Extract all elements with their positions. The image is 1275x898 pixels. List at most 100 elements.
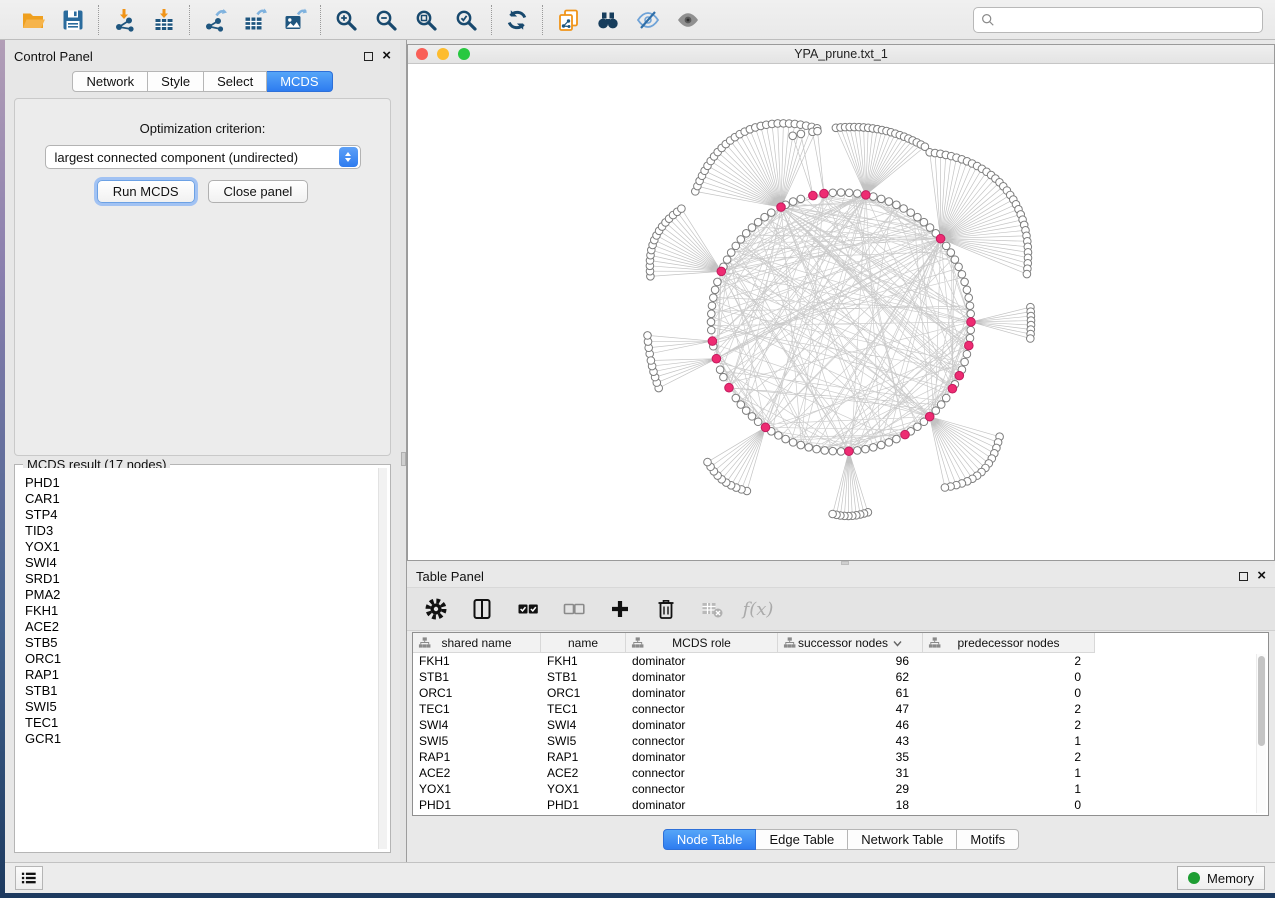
table-cell[interactable]: TEC1 xyxy=(541,701,626,717)
memory-button[interactable]: Memory xyxy=(1177,866,1265,890)
table-scrollbar-track[interactable] xyxy=(1256,654,1266,813)
table-row[interactable]: FKH1FKH1dominator962 xyxy=(413,653,1268,669)
table-cell[interactable]: STB1 xyxy=(413,669,541,685)
table-cell[interactable]: 0 xyxy=(923,685,1095,701)
mcds-result-scrollbar[interactable] xyxy=(378,468,387,849)
column-selector-icon[interactable] xyxy=(469,596,495,622)
table-cell[interactable]: 46 xyxy=(778,717,923,733)
table-row[interactable]: SWI5SWI5connector431 xyxy=(413,733,1268,749)
table-cell[interactable]: 29 xyxy=(778,781,923,797)
table-cell[interactable]: 2 xyxy=(923,653,1095,669)
table-row[interactable]: ACE2ACE2connector311 xyxy=(413,765,1268,781)
table-cell[interactable]: 18 xyxy=(778,797,923,813)
zoom-out-icon[interactable] xyxy=(373,7,399,33)
import-network-icon[interactable] xyxy=(111,7,137,33)
mcds-result-item[interactable]: GCR1 xyxy=(25,731,387,747)
mcds-result-item[interactable]: ACE2 xyxy=(25,619,387,635)
table-row[interactable]: ORC1ORC1dominator610 xyxy=(413,685,1268,701)
task-history-button[interactable] xyxy=(15,866,43,890)
table-cell[interactable]: 62 xyxy=(778,669,923,685)
save-session-icon[interactable] xyxy=(60,7,86,33)
table-cell[interactable]: 47 xyxy=(778,701,923,717)
mcds-result-item[interactable]: ORC1 xyxy=(25,651,387,667)
run-mcds-button[interactable]: Run MCDS xyxy=(97,180,195,203)
table-cell[interactable]: ACE2 xyxy=(413,765,541,781)
table-row[interactable]: TEC1TEC1connector472 xyxy=(413,701,1268,717)
function-fx-disabled-icon[interactable]: f(x) xyxy=(745,596,771,622)
table-row[interactable]: STB1STB1dominator620 xyxy=(413,669,1268,685)
export-network-icon[interactable] xyxy=(202,7,228,33)
search-box[interactable] xyxy=(973,7,1263,33)
table-row[interactable]: RAP1RAP1dominator352 xyxy=(413,749,1268,765)
table-cell[interactable]: 0 xyxy=(923,669,1095,685)
refresh-layout-icon[interactable] xyxy=(504,7,530,33)
network-window-titlebar[interactable]: YPA_prune.txt_1 xyxy=(408,45,1274,64)
table-cell[interactable]: dominator xyxy=(626,717,778,733)
zoom-fit-icon[interactable] xyxy=(413,7,439,33)
table-cell[interactable]: dominator xyxy=(626,685,778,701)
close-panel-icon[interactable]: × xyxy=(1257,571,1266,581)
tab-network-table[interactable]: Network Table xyxy=(848,829,957,850)
float-panel-icon[interactable] xyxy=(1239,572,1248,581)
table-cell[interactable]: TEC1 xyxy=(413,701,541,717)
table-cell[interactable]: SWI4 xyxy=(541,717,626,733)
table-cell[interactable]: FKH1 xyxy=(541,653,626,669)
table-cell[interactable]: 2 xyxy=(923,701,1095,717)
tab-select[interactable]: Select xyxy=(204,71,267,92)
export-image-icon[interactable] xyxy=(282,7,308,33)
column-header-MCDS-role[interactable]: MCDS role xyxy=(626,633,778,653)
mcds-result-item[interactable]: TID3 xyxy=(25,523,387,539)
splitter-grip[interactable] xyxy=(401,452,406,466)
tab-motifs[interactable]: Motifs xyxy=(957,829,1019,850)
table-cell[interactable]: 0 xyxy=(923,797,1095,813)
search-input[interactable] xyxy=(1000,12,1255,27)
table-cell[interactable]: RAP1 xyxy=(541,749,626,765)
table-cell[interactable]: connector xyxy=(626,765,778,781)
table-cell[interactable]: SWI5 xyxy=(541,733,626,749)
table-cell[interactable]: PHD1 xyxy=(541,797,626,813)
table-cell[interactable]: 2 xyxy=(923,717,1095,733)
mcds-result-item[interactable]: SWI4 xyxy=(25,555,387,571)
tab-mcds[interactable]: MCDS xyxy=(267,71,332,92)
table-cell[interactable]: dominator xyxy=(626,653,778,669)
open-folder-icon[interactable] xyxy=(20,7,46,33)
table-cell[interactable]: YOX1 xyxy=(413,781,541,797)
table-cell[interactable]: connector xyxy=(626,701,778,717)
table-cell[interactable]: FKH1 xyxy=(413,653,541,669)
table-row[interactable]: PHD1PHD1dominator180 xyxy=(413,797,1268,813)
zoom-selected-icon[interactable] xyxy=(453,7,479,33)
table-cell[interactable]: ORC1 xyxy=(413,685,541,701)
tab-node-table[interactable]: Node Table xyxy=(663,829,757,850)
tab-style[interactable]: Style xyxy=(148,71,204,92)
close-panel-button[interactable]: Close panel xyxy=(208,180,309,203)
mcds-result-item[interactable]: STP4 xyxy=(25,507,387,523)
table-cell[interactable]: connector xyxy=(626,781,778,797)
mcds-result-item[interactable]: SWI5 xyxy=(25,699,387,715)
table-cell[interactable]: ORC1 xyxy=(541,685,626,701)
table-cell[interactable]: 35 xyxy=(778,749,923,765)
mcds-result-item[interactable]: STB5 xyxy=(25,635,387,651)
table-row[interactable]: SWI4SWI4dominator462 xyxy=(413,717,1268,733)
table-cell[interactable]: 1 xyxy=(923,781,1095,797)
export-table-icon[interactable] xyxy=(242,7,268,33)
table-row[interactable]: YOX1YOX1connector291 xyxy=(413,781,1268,797)
table-cell[interactable]: connector xyxy=(626,733,778,749)
table-cell[interactable]: 2 xyxy=(923,749,1095,765)
delete-row-trash-icon[interactable] xyxy=(653,596,679,622)
copy-network-icon[interactable] xyxy=(555,7,581,33)
table-cell[interactable]: 96 xyxy=(778,653,923,669)
mcds-result-item[interactable]: TEC1 xyxy=(25,715,387,731)
add-row-plus-icon[interactable] xyxy=(607,596,633,622)
show-eye-icon[interactable] xyxy=(675,7,701,33)
table-cell[interactable]: 61 xyxy=(778,685,923,701)
mcds-result-item[interactable]: PMA2 xyxy=(25,587,387,603)
select-all-checked-icon[interactable] xyxy=(515,596,541,622)
zoom-in-icon[interactable] xyxy=(333,7,359,33)
hide-selected-eye-icon[interactable] xyxy=(635,7,661,33)
table-cell[interactable]: dominator xyxy=(626,669,778,685)
table-cell[interactable]: 1 xyxy=(923,765,1095,781)
deselect-all-unchecked-icon[interactable] xyxy=(561,596,587,622)
column-header-shared-name[interactable]: shared name xyxy=(413,633,541,653)
criterion-dropdown[interactable]: largest connected component (undirected) xyxy=(45,145,361,169)
table-cell[interactable]: 31 xyxy=(778,765,923,781)
